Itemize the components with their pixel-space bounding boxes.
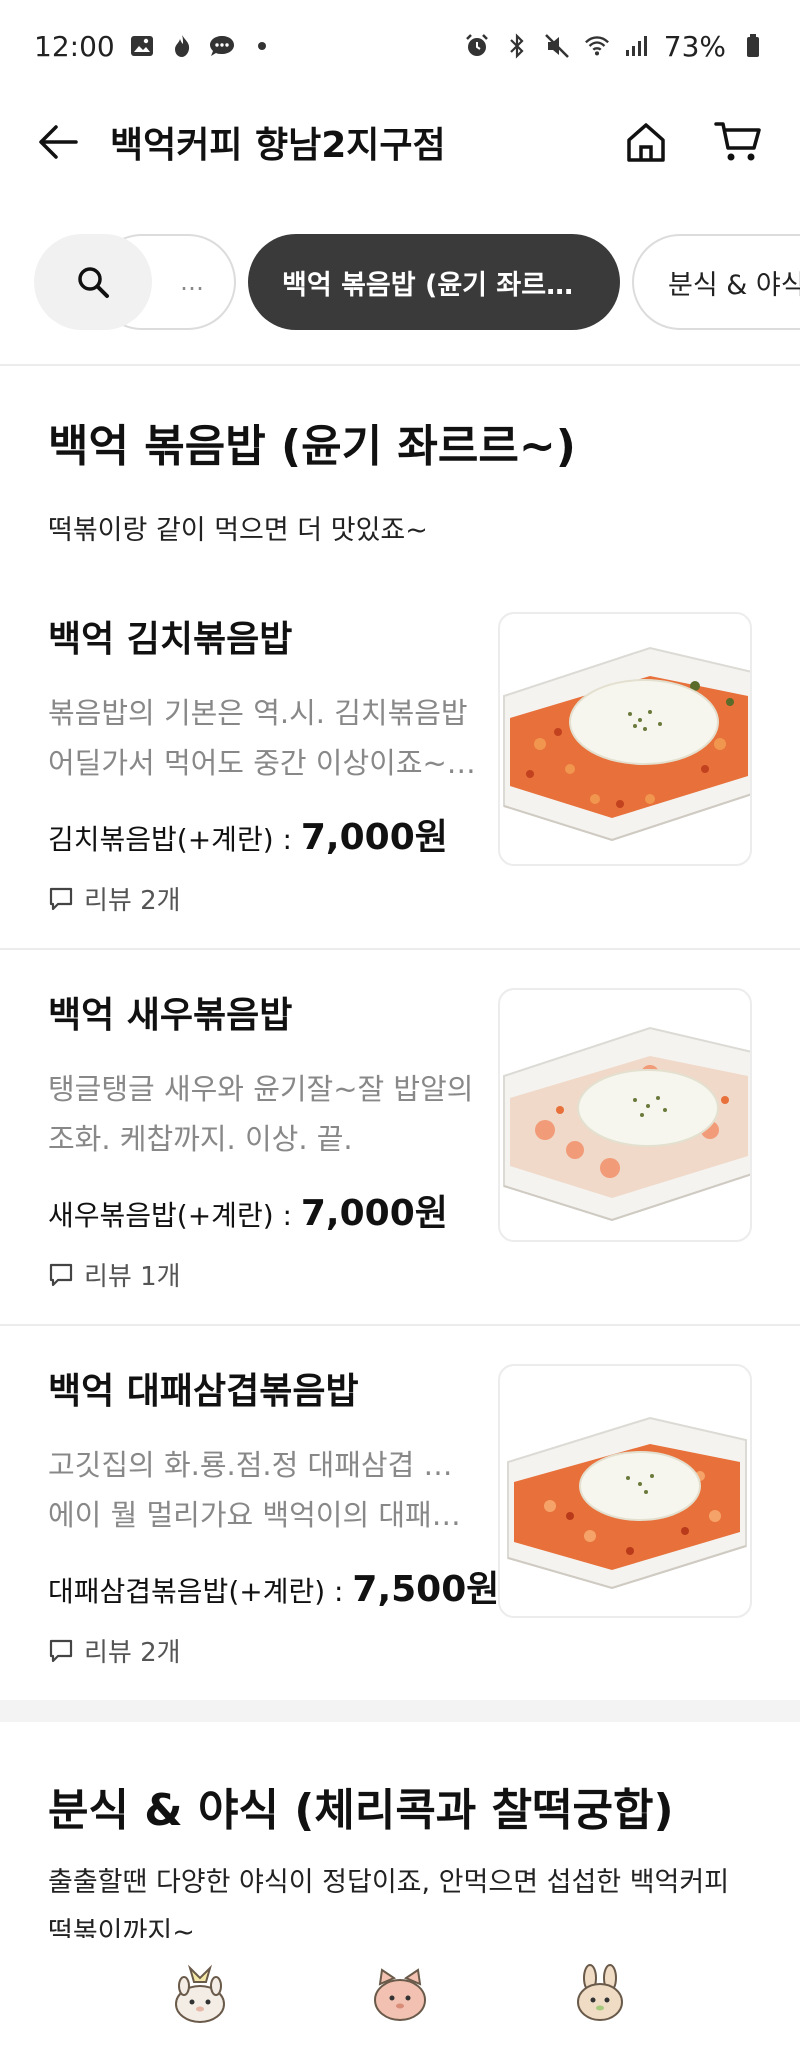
home-icon	[627, 123, 665, 162]
store-title: 백억커피 향남2지구점	[110, 125, 446, 166]
review-count: 리뷰 2개	[84, 1638, 181, 1668]
review-count: 리뷰 1개	[84, 1262, 181, 1292]
menu-item-desc: 고깃집의 화.룡.점.정 대패삼겹 볶음밥 에이 뭘 멀리가요 백억이의 대패삼…	[48, 1440, 478, 1540]
section-desc-snacks: 출출할땐 다양한 야식이 정답이죠, 안먹으면 섭섭한 백억커피 떡볶이까지~	[48, 1867, 730, 1938]
status-right: 73%	[464, 30, 766, 63]
review-icon	[49, 1263, 73, 1286]
section-title-fried-rice: 백억 볶음밥 (윤기 좌르르~)	[48, 421, 576, 472]
notification-dot-icon	[249, 33, 275, 59]
search-icon	[374, 1968, 426, 2021]
search-chip-group: …	[34, 234, 236, 330]
menu-item-desc-line: 고깃집의 화.룡.점.정 대패삼겹 볶음밥	[48, 1448, 478, 1482]
status-left: 12:00	[34, 30, 275, 63]
menu-item-review[interactable]: 리뷰 1개	[48, 1256, 181, 1293]
orders-icon	[577, 1964, 623, 2021]
status-time: 12:00	[34, 29, 115, 63]
review-count: 리뷰 2개	[84, 886, 181, 916]
app-header: 백억커피 향남2지구점	[0, 92, 800, 192]
menu-item-price-label: 대패삼겹볶음밥(+계란) :	[48, 1575, 353, 1608]
home-button[interactable]	[618, 114, 674, 170]
search-button[interactable]	[34, 234, 152, 330]
menu-item-shrimp-fried-rice[interactable]: 백억 새우볶음밥 탱글탱글 새우와 윤기잘~잘 밥알의 조화. 케찹까지. 이상…	[0, 986, 800, 1362]
menu-item-desc: 볶음밥의 기본은 역.시. 김치볶음밥 어딜가서 먹어도 중간 이상이죠~ 백…	[48, 688, 478, 788]
menu-item-price-value: 7,000원	[300, 1193, 448, 1234]
status-bar: 12:00 73%	[0, 0, 800, 92]
menu-item-price-label: 새우볶음밥(+계란) :	[48, 1199, 301, 1232]
pork-fried-rice-image	[507, 1416, 747, 1590]
bottom-navigation	[0, 1938, 800, 2050]
fire-icon	[169, 33, 195, 59]
menu-item-price-label: 김치볶음밥(+계란) :	[48, 823, 301, 856]
menu-item-pork-fried-rice[interactable]: 백억 대패삼겹볶음밥 고깃집의 화.룡.점.정 대패삼겹 볶음밥 에이 뭘 멀리…	[0, 1362, 800, 1738]
menu-item-photo	[498, 612, 752, 866]
menu-item-review[interactable]: 리뷰 2개	[48, 880, 181, 917]
menu-item-name: 백억 김치볶음밥	[48, 619, 293, 660]
signal-icon	[624, 33, 650, 59]
menu-item-price: 김치볶음밥(+계란) : 7,000원	[48, 808, 448, 860]
divider	[0, 1324, 800, 1326]
section-title-snacks: 분식 & 야식 (체리콕과 찰떡궁합)	[48, 1785, 674, 1836]
menu-item-desc-line: 탱글탱글 새우와 윤기잘~잘 밥알의	[48, 1072, 474, 1106]
menu-item-name: 백억 대패삼겹볶음밥	[48, 1371, 359, 1412]
menu-item-price: 대패삼겹볶음밥(+계란) : 7,500원	[48, 1560, 499, 1612]
menu-item-name: 백억 새우볶음밥	[48, 995, 293, 1036]
menu-item-price-value: 7,500원	[352, 1569, 500, 1610]
chip-fried-rice-label: 백억 볶음밥 (윤기 좌르르…	[282, 269, 586, 301]
menu-item-desc-line: 볶음밥의 기본은 역.시. 김치볶음밥	[48, 696, 468, 730]
cart-icon	[714, 122, 761, 161]
menu-item-review[interactable]: 리뷰 2개	[48, 1632, 181, 1669]
menu-item-kimchi-fried-rice[interactable]: 백억 김치볶음밥 볶음밥의 기본은 역.시. 김치볶음밥 어딜가서 먹어도 중간…	[0, 610, 800, 986]
divider	[0, 364, 800, 366]
chip-fried-rice[interactable]: 백억 볶음밥 (윤기 좌르르…	[248, 234, 620, 330]
nav-search[interactable]	[364, 1958, 436, 2030]
menu-item-photo	[498, 1364, 752, 1618]
section-divider	[0, 1700, 800, 1722]
battery-icon	[740, 33, 766, 59]
section-desc-fried-rice: 떡볶이랑 같이 먹으면 더 맛있죠~	[48, 515, 428, 546]
alarm-icon	[464, 33, 490, 59]
menu-item-price: 새우볶음밥(+계란) : 7,000원	[48, 1184, 448, 1236]
menu-item-price-value: 7,000원	[300, 817, 448, 858]
chip-previous-label: …	[180, 268, 204, 296]
chip-snacks[interactable]: 분식 & 야식 (체	[632, 234, 800, 330]
review-icon	[49, 887, 73, 910]
category-chip-row: … 백억 볶음밥 (윤기 좌르르… 분식 & 야식 (체	[0, 230, 800, 334]
bluetooth-icon	[504, 33, 530, 59]
chip-snacks-label: 분식 & 야식 (체	[668, 269, 800, 301]
menu-item-photo	[498, 988, 752, 1242]
menu-item-desc: 탱글탱글 새우와 윤기잘~잘 밥알의 조화. 케찹까지. 이상. 끝.	[48, 1064, 478, 1164]
back-arrow-icon	[39, 125, 78, 159]
kimchi-fried-rice-image	[503, 646, 750, 842]
chat-icon	[209, 33, 235, 59]
cart-button[interactable]	[710, 114, 766, 170]
nav-home[interactable]	[164, 1958, 236, 2030]
menu-item-desc-line: 어딜가서 먹어도 중간 이상이죠~ 백…	[48, 746, 478, 780]
nav-orders[interactable]	[564, 1958, 636, 2030]
battery-percent: 73%	[663, 29, 726, 63]
mute-icon	[544, 33, 570, 59]
shrimp-fried-rice-image	[503, 1026, 750, 1222]
gallery-icon	[129, 33, 155, 59]
review-icon	[49, 1639, 73, 1662]
home-icon	[175, 1964, 225, 2023]
divider	[0, 948, 800, 950]
menu-item-desc-line: 조화. 케찹까지. 이상. 끝.	[48, 1122, 353, 1156]
wifi-icon	[584, 33, 610, 59]
menu-item-desc-line: 에이 뭘 멀리가요 백억이의 대패삼겹 …	[48, 1498, 478, 1532]
back-button[interactable]	[34, 118, 82, 166]
search-icon	[78, 267, 109, 298]
